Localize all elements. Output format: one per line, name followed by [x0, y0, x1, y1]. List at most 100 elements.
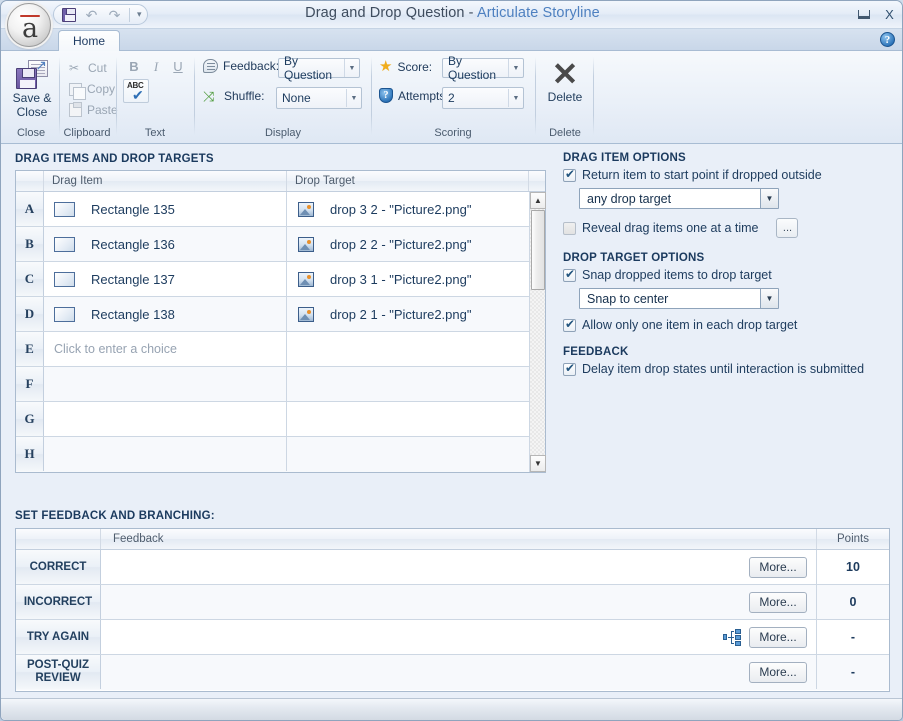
- allow-one-option-row[interactable]: Allow only one item in each drop target: [563, 318, 896, 332]
- table-row[interactable]: CORRECT More... 10: [16, 550, 889, 585]
- snap-mode-dropdown[interactable]: Snap to center ▼: [579, 288, 779, 309]
- copy-button[interactable]: Copy: [65, 79, 119, 99]
- table-row[interactable]: B Rectangle 136 drop 2 2 - "Picture2.png…: [16, 227, 545, 262]
- feedback-text-cell[interactable]: More...: [101, 585, 817, 619]
- drop-target-cell[interactable]: drop 3 1 - "Picture2.png": [288, 262, 529, 296]
- undo-button[interactable]: ↶: [81, 6, 102, 24]
- reveal-items-checkbox[interactable]: [563, 222, 576, 235]
- bold-button[interactable]: B: [123, 56, 145, 77]
- delay-drop-states-option-row[interactable]: Delay item drop states until interaction…: [563, 362, 896, 376]
- window-title-main: Drag and Drop Question: [305, 5, 464, 21]
- feedback-text-cell[interactable]: More...: [101, 620, 817, 654]
- row-letter: C: [16, 262, 44, 296]
- drag-item-cell[interactable]: [44, 367, 287, 401]
- spellcheck-button[interactable]: ABC ✔: [123, 79, 149, 103]
- underline-button[interactable]: U: [167, 56, 189, 77]
- table-row[interactable]: INCORRECT More... 0: [16, 585, 889, 620]
- drop-target-cell[interactable]: [288, 437, 529, 471]
- picture-icon: [298, 272, 314, 287]
- delay-drop-states-checkbox[interactable]: [563, 363, 576, 376]
- save-and-close-button[interactable]: ↗ Save & Close: [7, 55, 57, 123]
- feedback-value: By Question: [284, 54, 344, 82]
- feedback-dropdown[interactable]: By Question ▼: [278, 58, 360, 78]
- attempts-value: 2: [448, 91, 508, 105]
- customize-qat-button[interactable]: ▾: [134, 9, 145, 20]
- table-row[interactable]: D Rectangle 138 drop 2 1 - "Picture2.png…: [16, 297, 545, 332]
- ribbon-separator-6: [593, 57, 594, 135]
- tab-home[interactable]: Home: [58, 30, 120, 52]
- shuffle-label: Shuffle:: [224, 89, 264, 103]
- drag-item-cell[interactable]: Rectangle 137: [44, 262, 287, 296]
- grid-vertical-scrollbar[interactable]: ▲ ▼: [529, 192, 545, 472]
- drop-target-cell[interactable]: [288, 367, 529, 401]
- snap-checkbox[interactable]: [563, 269, 576, 282]
- branching-icon[interactable]: [723, 629, 741, 645]
- more-button[interactable]: More...: [749, 592, 807, 613]
- reveal-items-option-row[interactable]: Reveal drag items one at a time ...: [563, 218, 896, 238]
- save-button[interactable]: [58, 6, 79, 24]
- points-value[interactable]: 10: [817, 550, 889, 584]
- application-orb-button[interactable]: a: [7, 3, 51, 47]
- drop-target-text: drop 2 2 - "Picture2.png": [330, 237, 471, 252]
- drag-item-cell[interactable]: Rectangle 138: [44, 297, 287, 331]
- points-value[interactable]: -: [817, 655, 889, 689]
- close-icon[interactable]: X: [881, 6, 898, 22]
- ribbon-separator-5: [535, 57, 536, 135]
- drag-items-grid-header: Drag Item Drop Target: [16, 171, 545, 192]
- return-item-option-row[interactable]: Return item to start point if dropped ou…: [563, 168, 896, 182]
- options-panel: DRAG ITEM OPTIONS Return item to start p…: [561, 152, 896, 382]
- attempts-dropdown[interactable]: 2 ▼: [442, 87, 524, 109]
- points-value[interactable]: 0: [817, 585, 889, 619]
- row-letter: F: [16, 367, 44, 401]
- drag-item-cell[interactable]: Click to enter a choice: [44, 332, 287, 366]
- table-row[interactable]: F: [16, 367, 545, 402]
- snap-option-row[interactable]: Snap dropped items to drop target: [563, 268, 896, 282]
- drag-item-cell[interactable]: [44, 402, 287, 436]
- delete-question-button[interactable]: ✕ Delete: [543, 55, 587, 121]
- more-button[interactable]: More...: [749, 627, 807, 648]
- points-value[interactable]: -: [817, 620, 889, 654]
- score-dropdown[interactable]: By Question ▼: [442, 58, 524, 78]
- feedback-text-cell[interactable]: More...: [101, 550, 817, 584]
- return-item-checkbox[interactable]: [563, 169, 576, 182]
- drop-target-cell[interactable]: [288, 402, 529, 436]
- table-row[interactable]: A Rectangle 135 drop 3 2 - "Picture2.png…: [16, 192, 545, 227]
- more-button[interactable]: More...: [749, 557, 807, 578]
- drop-target-cell[interactable]: drop 3 2 - "Picture2.png": [288, 192, 529, 226]
- table-row[interactable]: G: [16, 402, 545, 437]
- table-row[interactable]: TRY AGAIN More... -: [16, 620, 889, 655]
- return-item-target-dropdown[interactable]: any drop target ▼: [579, 188, 779, 209]
- drop-target-cell[interactable]: [288, 332, 529, 366]
- save-and-close-line2: Close: [13, 105, 52, 119]
- scroll-up-button[interactable]: ▲: [530, 192, 546, 209]
- ribbon-group-clipboard: ✂ Cut Copy Paste Clipboard: [61, 53, 113, 141]
- save-and-close-icon: ↗: [16, 59, 48, 89]
- redo-button[interactable]: ↷: [104, 6, 125, 24]
- scrollbar-thumb[interactable]: [531, 210, 545, 290]
- feedback-column-header-type: [16, 529, 101, 549]
- table-row[interactable]: H: [16, 437, 545, 472]
- feedback-type-label: POST-QUIZ REVIEW: [16, 655, 101, 689]
- table-row[interactable]: E Click to enter a choice: [16, 332, 545, 367]
- return-item-target-value: any drop target: [587, 192, 671, 206]
- cut-button[interactable]: ✂ Cut: [65, 58, 111, 78]
- help-icon[interactable]: ?: [880, 32, 895, 47]
- snap-label: Snap dropped items to drop target: [582, 268, 772, 282]
- drop-target-cell[interactable]: drop 2 2 - "Picture2.png": [288, 227, 529, 261]
- feedback-text-cell[interactable]: More...: [101, 655, 817, 689]
- scroll-down-button[interactable]: ▼: [530, 455, 546, 472]
- more-button[interactable]: More...: [749, 662, 807, 683]
- allow-one-checkbox[interactable]: [563, 319, 576, 332]
- table-row[interactable]: POST-QUIZ REVIEW More... -: [16, 655, 889, 690]
- paste-button[interactable]: Paste: [65, 100, 122, 120]
- table-row[interactable]: C Rectangle 137 drop 3 1 - "Picture2.png…: [16, 262, 545, 297]
- reveal-items-more-button[interactable]: ...: [776, 218, 798, 238]
- drag-item-cell[interactable]: Rectangle 135: [44, 192, 287, 226]
- italic-button[interactable]: I: [145, 56, 167, 77]
- drop-target-cell[interactable]: drop 2 1 - "Picture2.png": [288, 297, 529, 331]
- drag-item-cell[interactable]: [44, 437, 287, 471]
- minimize-icon[interactable]: [855, 6, 872, 22]
- drag-item-cell[interactable]: Rectangle 136: [44, 227, 287, 261]
- shuffle-value: None: [282, 91, 346, 105]
- shuffle-dropdown[interactable]: None ▼: [276, 87, 362, 109]
